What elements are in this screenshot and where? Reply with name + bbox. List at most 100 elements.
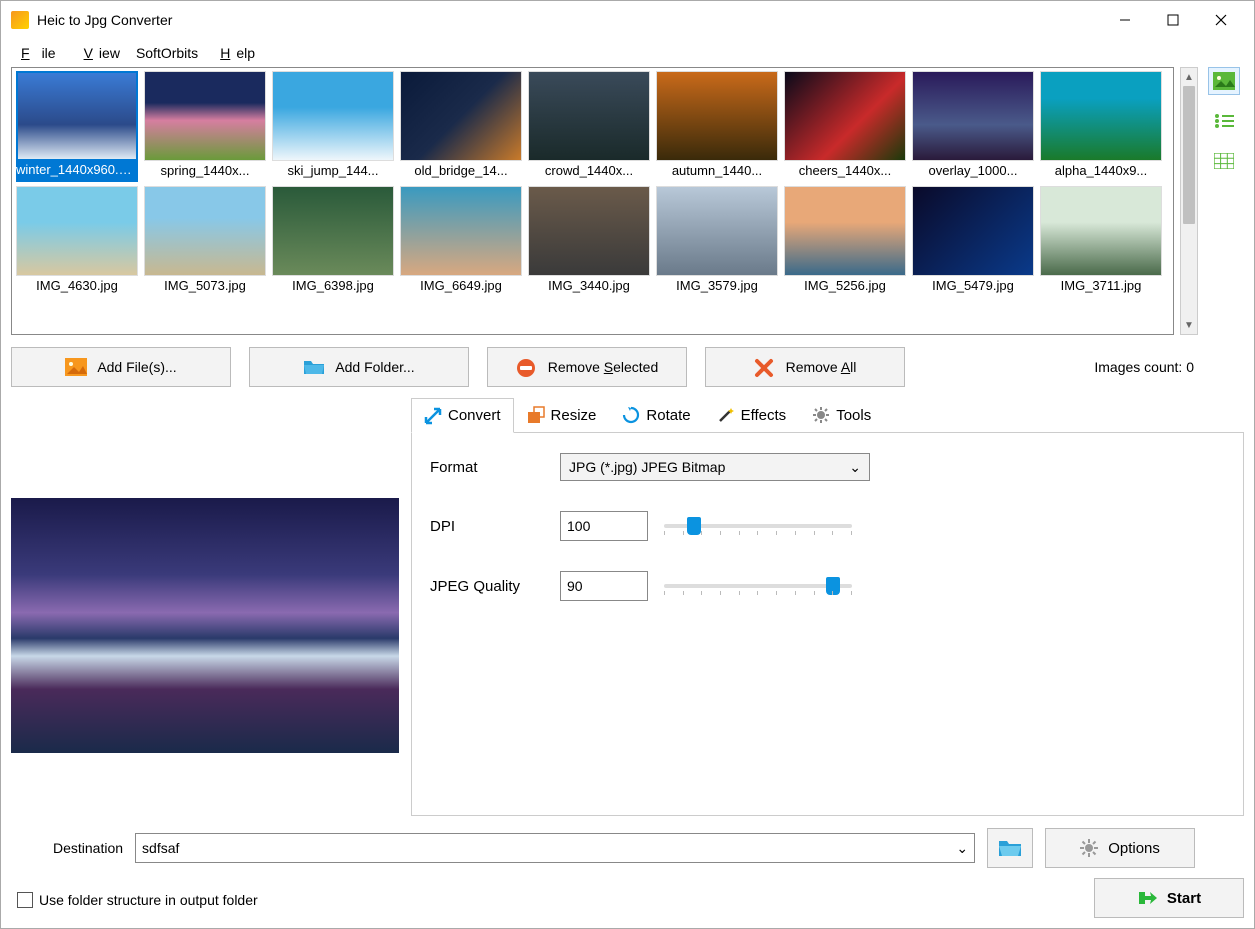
add-folder-button[interactable]: Add Folder... <box>249 347 469 387</box>
thumbnail-item[interactable]: autumn_1440... <box>655 71 779 182</box>
thumbnail-image <box>528 71 650 161</box>
remove-all-button[interactable]: Remove All <box>705 347 905 387</box>
thumbnail-image <box>528 186 650 276</box>
destination-label: Destination <box>11 840 123 856</box>
thumbnail-item[interactable]: IMG_5479.jpg <box>911 186 1035 297</box>
thumbnail-image <box>144 186 266 276</box>
thumbnail-label: IMG_6398.jpg <box>272 276 394 297</box>
thumbnail-item[interactable]: alpha_1440x9... <box>1039 71 1163 182</box>
thumbnail-item[interactable]: IMG_3440.jpg <box>527 186 651 297</box>
thumbnail-item[interactable]: IMG_3579.jpg <box>655 186 779 297</box>
thumbnail-label: cheers_1440x... <box>784 161 906 182</box>
maximize-button[interactable] <box>1150 5 1196 35</box>
dpi-slider[interactable] <box>664 517 852 535</box>
gallery-scrollbar[interactable]: ▲ ▼ <box>1180 67 1198 335</box>
thumbnail-item[interactable]: spring_1440x... <box>143 71 267 182</box>
thumbnail-label: overlay_1000... <box>912 161 1034 182</box>
thumbnail-image <box>656 71 778 161</box>
view-thumbnails-button[interactable] <box>1208 67 1240 95</box>
thumbnail-image <box>784 71 906 161</box>
thumbnail-item[interactable]: IMG_5073.jpg <box>143 186 267 297</box>
preview-panel <box>11 397 399 816</box>
thumbnail-image <box>400 186 522 276</box>
tabstrip: Convert Resize Rotate Effects <box>411 397 1244 433</box>
menu-help[interactable]: Help <box>208 43 261 63</box>
images-count-label: Images count: 0 <box>1094 359 1244 375</box>
rotate-icon <box>622 406 640 424</box>
thumbnail-item[interactable]: IMG_4630.jpg <box>15 186 139 297</box>
titlebar: Heic to Jpg Converter <box>1 1 1254 39</box>
menu-softorbits[interactable]: SoftOrbits <box>130 43 204 63</box>
tab-rotate[interactable]: Rotate <box>609 397 703 432</box>
tab-convert[interactable]: Convert <box>411 398 514 433</box>
format-label: Format <box>430 459 560 476</box>
thumbnail-item[interactable]: old_bridge_14... <box>399 71 523 182</box>
thumbnail-label: autumn_1440... <box>656 161 778 182</box>
thumbnail-item[interactable]: cheers_1440x... <box>783 71 907 182</box>
thumbnail-item[interactable]: crowd_1440x... <box>527 71 651 182</box>
thumbnail-label: IMG_6649.jpg <box>400 276 522 297</box>
thumbnail-label: spring_1440x... <box>144 161 266 182</box>
thumbnail-image <box>1040 186 1162 276</box>
remove-icon <box>516 358 538 376</box>
folder-icon <box>303 358 325 376</box>
gear-icon <box>1080 839 1098 857</box>
delete-icon <box>754 358 776 376</box>
thumbnail-item[interactable]: IMG_5256.jpg <box>783 186 907 297</box>
chevron-down-icon: ⌄ <box>956 840 968 857</box>
add-files-button[interactable]: Add File(s)... <box>11 347 231 387</box>
close-button[interactable] <box>1198 5 1244 35</box>
use-folder-structure-checkbox[interactable] <box>17 892 33 908</box>
use-folder-structure-label: Use folder structure in output folder <box>39 892 258 908</box>
app-icon <box>11 11 29 29</box>
thumbnail-item[interactable]: ski_jump_144... <box>271 71 395 182</box>
thumbnail-image <box>272 71 394 161</box>
thumbnail-label: ski_jump_144... <box>272 161 394 182</box>
thumbnail-image <box>912 71 1034 161</box>
play-icon <box>1137 889 1157 907</box>
resize-icon <box>527 406 545 424</box>
tools-icon <box>812 406 830 424</box>
thumbnail-label: winter_1440x960.heic <box>16 161 138 182</box>
dpi-input[interactable] <box>560 511 648 541</box>
quality-input[interactable] <box>560 571 648 601</box>
minimize-button[interactable] <box>1102 5 1148 35</box>
start-button[interactable]: Start <box>1094 878 1244 918</box>
thumbnail-image <box>16 71 138 161</box>
tab-effects[interactable]: Effects <box>704 397 800 432</box>
tab-tools[interactable]: Tools <box>799 397 884 432</box>
format-select[interactable]: JPG (*.jpg) JPEG Bitmap ⌄ <box>560 453 870 481</box>
thumbnail-item[interactable]: winter_1440x960.heic <box>15 71 139 182</box>
view-list-button[interactable] <box>1208 107 1240 135</box>
view-grid-button[interactable] <box>1208 147 1240 175</box>
thumbnail-label: IMG_3711.jpg <box>1040 276 1162 297</box>
thumbnail-item[interactable]: IMG_3711.jpg <box>1039 186 1163 297</box>
scroll-down-icon[interactable]: ▼ <box>1181 316 1197 334</box>
thumbnail-image <box>912 186 1034 276</box>
thumbnail-image <box>400 71 522 161</box>
thumbnail-image <box>272 186 394 276</box>
thumbnail-item[interactable]: IMG_6398.jpg <box>271 186 395 297</box>
chevron-down-icon: ⌄ <box>849 459 861 476</box>
thumbnail-label: alpha_1440x9... <box>1040 161 1162 182</box>
thumbnail-image <box>656 186 778 276</box>
remove-selected-button[interactable]: Remove Selected <box>487 347 687 387</box>
thumbnail-item[interactable]: IMG_6649.jpg <box>399 186 523 297</box>
thumbnail-gallery[interactable]: winter_1440x960.heic spring_1440x... ski_j… <box>11 67 1174 335</box>
menu-file[interactable]: File <box>9 43 68 63</box>
tab-resize[interactable]: Resize <box>514 397 610 432</box>
thumbnail-label: IMG_5073.jpg <box>144 276 266 297</box>
thumbnail-image <box>1040 71 1162 161</box>
quality-slider[interactable] <box>664 577 852 595</box>
thumbnail-item[interactable]: overlay_1000... <box>911 71 1035 182</box>
thumbnail-label: IMG_4630.jpg <box>16 276 138 297</box>
thumbnail-label: old_bridge_14... <box>400 161 522 182</box>
quality-label: JPEG Quality <box>430 578 560 595</box>
browse-destination-button[interactable] <box>987 828 1033 868</box>
thumbnail-image <box>16 186 138 276</box>
menubar: File View SoftOrbits Help <box>1 39 1254 67</box>
options-button[interactable]: Options <box>1045 828 1195 868</box>
scroll-up-icon[interactable]: ▲ <box>1181 68 1197 86</box>
destination-combo[interactable]: sdfsaf ⌄ <box>135 833 975 863</box>
menu-view[interactable]: View <box>72 43 126 63</box>
